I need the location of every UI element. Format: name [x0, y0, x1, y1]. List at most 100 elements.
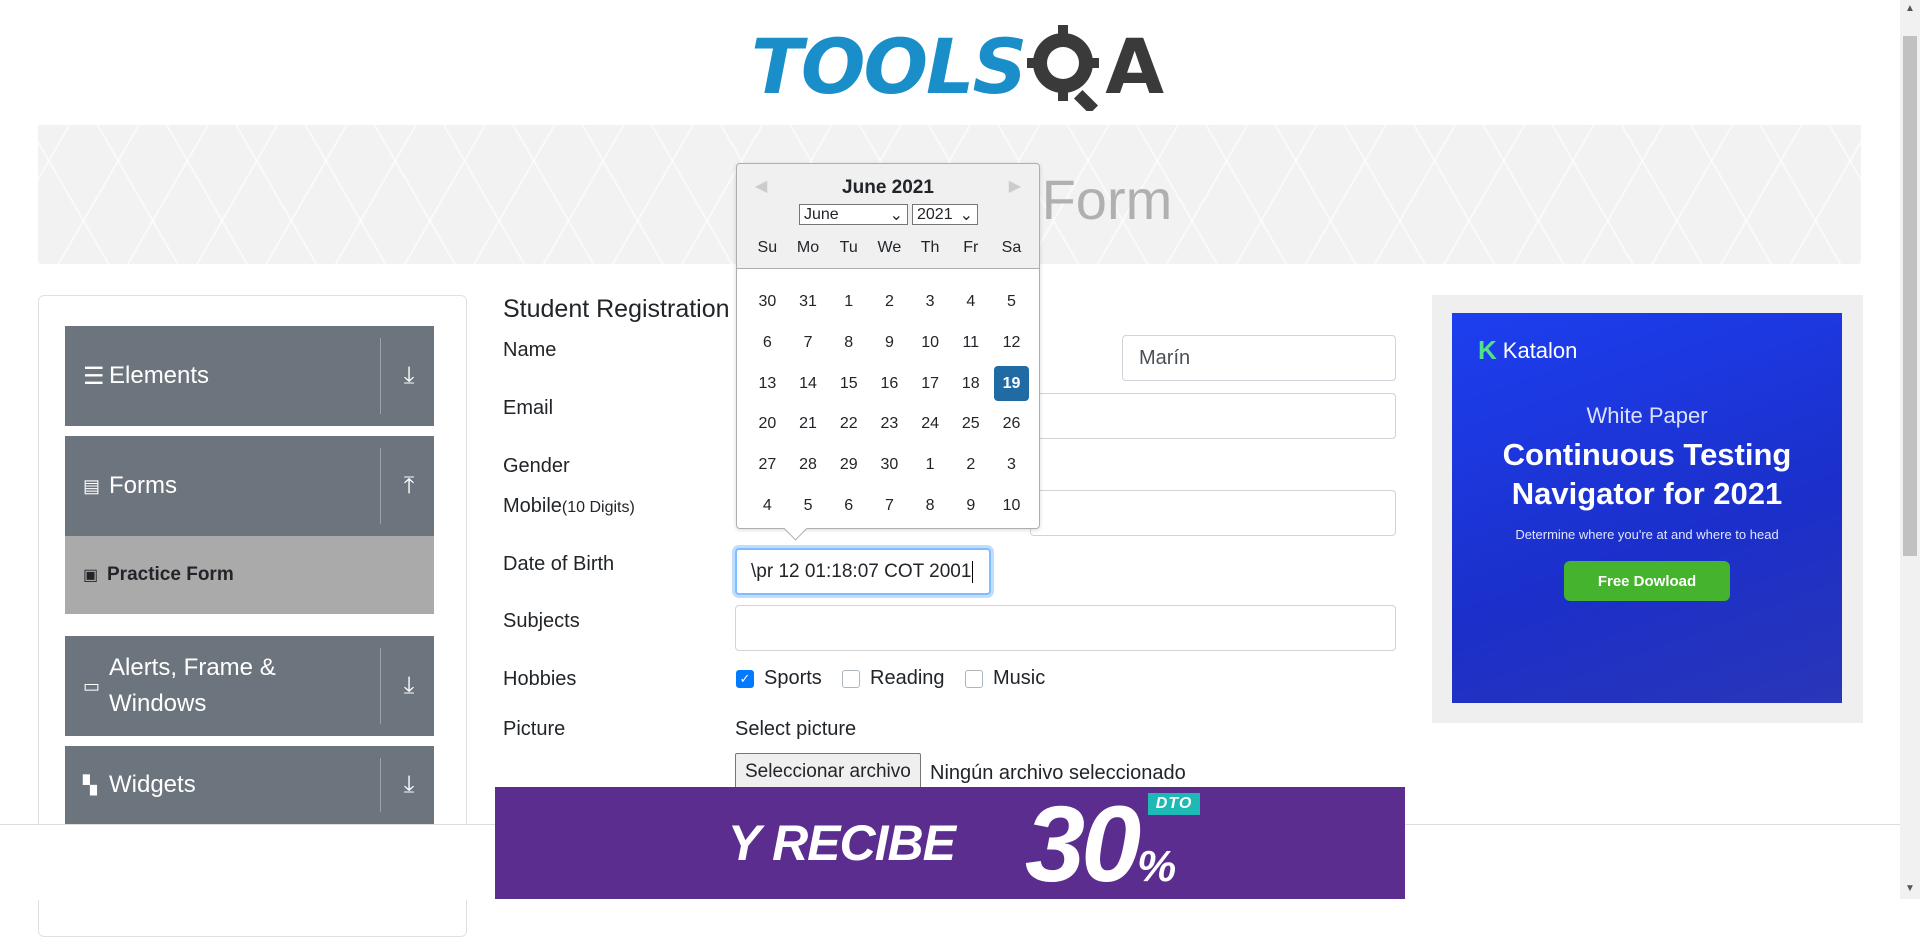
calendar-day[interactable]: 21: [788, 404, 829, 445]
calendar-day[interactable]: 13: [747, 363, 788, 404]
year-select[interactable]: 2021 ⌄: [912, 204, 978, 225]
calendar-day[interactable]: 6: [828, 485, 869, 526]
calendar-day[interactable]: 28: [788, 445, 829, 486]
calendar-day[interactable]: 15: [828, 363, 869, 404]
checkbox-checked-icon[interactable]: ✓: [736, 669, 754, 688]
subjects-label: Subjects: [503, 610, 580, 632]
calendar-day[interactable]: 24: [910, 404, 951, 445]
select-picture-label: Select picture: [735, 718, 857, 740]
bottom-ad-badge: DTO: [1147, 792, 1201, 815]
hobby-sports-checkbox[interactable]: ✓ Sports: [736, 667, 822, 690]
sidebar-group-widgets[interactable]: ▚ Widgets ⤓: [65, 746, 434, 824]
calendar-day[interactable]: 14: [788, 363, 829, 404]
chevron-down-icon: ⌄: [959, 206, 973, 224]
calendar-day[interactable]: 2: [869, 282, 910, 323]
calendar-day[interactable]: 20: [747, 404, 788, 445]
window-icon: ▭: [83, 675, 101, 696]
download-icon[interactable]: ⤓: [396, 771, 422, 799]
calendar-day[interactable]: 1: [910, 445, 951, 486]
choose-file-button[interactable]: Seleccionar archivo: [735, 753, 921, 791]
date-of-birth-value: \pr 12 01:18:07 COT 2001: [751, 560, 972, 582]
bottom-ad-banner[interactable]: Y RECIBE 30% DTO: [495, 783, 1405, 904]
calendar-day[interactable]: 7: [869, 485, 910, 526]
calendar-day[interactable]: 27: [747, 445, 788, 486]
calendar-day[interactable]: 10: [910, 323, 951, 364]
calendar-day[interactable]: 9: [950, 485, 991, 526]
divider: [380, 758, 381, 812]
calendar-day[interactable]: 5: [991, 282, 1032, 323]
calendar-day[interactable]: 1: [828, 282, 869, 323]
calendar-day[interactable]: 9: [869, 323, 910, 364]
hamburger-icon: ☰: [83, 362, 105, 390]
calendar-day[interactable]: 8: [910, 485, 951, 526]
checkbox-unchecked-icon[interactable]: [842, 669, 860, 688]
calendar-day[interactable]: 6: [747, 323, 788, 364]
calendar-day[interactable]: 4: [747, 485, 788, 526]
gender-label: Gender: [503, 455, 570, 477]
mobile-hint: (10 Digits): [561, 499, 635, 516]
upload-icon[interactable]: ⤒: [396, 472, 422, 500]
sidebar-group-label: Elements: [109, 362, 210, 389]
hobby-reading-checkbox[interactable]: Reading: [842, 667, 945, 690]
calendar-day[interactable]: 7: [788, 323, 829, 364]
calendar-day[interactable]: 30: [747, 282, 788, 323]
calendar-day[interactable]: 3: [910, 282, 951, 323]
mobile-label-text: Mobile: [503, 495, 562, 517]
calendar-day[interactable]: 30: [869, 445, 910, 486]
last-name-value: Marín: [1139, 346, 1191, 369]
ad-download-button[interactable]: Free Dowload: [1564, 561, 1730, 601]
month-select[interactable]: June ⌄: [799, 204, 908, 225]
calendar-day-selected[interactable]: 19: [994, 366, 1029, 402]
calendar-day[interactable]: 3: [991, 445, 1032, 486]
calendar-day[interactable]: 8: [828, 323, 869, 364]
calendar-day[interactable]: 18: [950, 363, 991, 404]
last-name-input[interactable]: Marín: [1122, 335, 1396, 381]
weekday-label: We: [877, 239, 902, 256]
calendar-day[interactable]: 10: [991, 485, 1032, 526]
datepicker-header: ◀ June 2021 ▶ June ⌄ 2021 ⌄ Su Mo Tu We Th Fr…: [737, 164, 1039, 269]
calendar-day[interactable]: 17: [910, 363, 951, 404]
email-input[interactable]: [1030, 393, 1396, 439]
calendar-day[interactable]: 12: [991, 323, 1032, 364]
calendar-day[interactable]: 16: [869, 363, 910, 404]
mobile-input[interactable]: [1030, 490, 1396, 536]
logo-a-letter: A: [1105, 21, 1165, 111]
calendar-day[interactable]: 22: [828, 404, 869, 445]
download-icon[interactable]: ⤓: [396, 362, 422, 390]
sidebar-group-alerts[interactable]: ▭ Alerts, Frame & Windows ⤓: [65, 636, 434, 736]
calendar-day[interactable]: 29: [828, 445, 869, 486]
sidebar-group-elements[interactable]: ☰ Elements ⤓: [65, 326, 434, 426]
subjects-input[interactable]: [735, 605, 1396, 651]
picture-label: Picture: [503, 718, 566, 740]
sidebar-item-practice-form[interactable]: ▣ Practice Form: [65, 536, 434, 614]
next-month-icon[interactable]: ▶: [1009, 176, 1021, 196]
hobby-label: Reading: [870, 667, 945, 689]
calendar-day[interactable]: 31: [788, 282, 829, 323]
scrollbar-thumb[interactable]: [1903, 36, 1917, 556]
divider: [380, 648, 381, 724]
hobby-music-checkbox[interactable]: Music: [965, 667, 1045, 690]
toolsqa-logo[interactable]: TOOLS A: [751, 18, 1164, 114]
hobby-label: Music: [993, 667, 1046, 689]
sidebar-group-label: Alerts, Frame & Windows: [109, 654, 276, 717]
date-of-birth-input[interactable]: \pr 12 01:18:07 COT 2001: [735, 548, 991, 595]
ad-line1: White Paper: [1586, 403, 1708, 428]
bottom-ad-text: Y RECIBE: [727, 815, 956, 871]
bottom-ad-percent-sign: %: [1137, 841, 1176, 891]
calendar-day[interactable]: 11: [950, 323, 991, 364]
calendar-day[interactable]: 26: [991, 404, 1032, 445]
calendar-day[interactable]: 23: [869, 404, 910, 445]
scroll-up-arrow-icon[interactable]: ▲: [1900, 0, 1920, 18]
katalon-ad[interactable]: K Katalon White Paper Continuous Testing…: [1432, 295, 1863, 723]
calendar-day[interactable]: 2: [950, 445, 991, 486]
form-icon: ▣: [83, 567, 99, 584]
sidebar-group-forms[interactable]: ▤ Forms ⤒: [65, 436, 434, 536]
download-icon[interactable]: ⤓: [396, 672, 422, 700]
calendar-day[interactable]: 25: [950, 404, 991, 445]
hobbies-label: Hobbies: [503, 668, 577, 690]
checkbox-unchecked-icon[interactable]: [965, 669, 983, 688]
ad-brand: Katalon: [1502, 337, 1578, 363]
scroll-down-arrow-icon[interactable]: ▼: [1900, 880, 1920, 898]
ad-subtext: Determine where you're at and where to h…: [1515, 527, 1779, 542]
calendar-day[interactable]: 4: [950, 282, 991, 323]
